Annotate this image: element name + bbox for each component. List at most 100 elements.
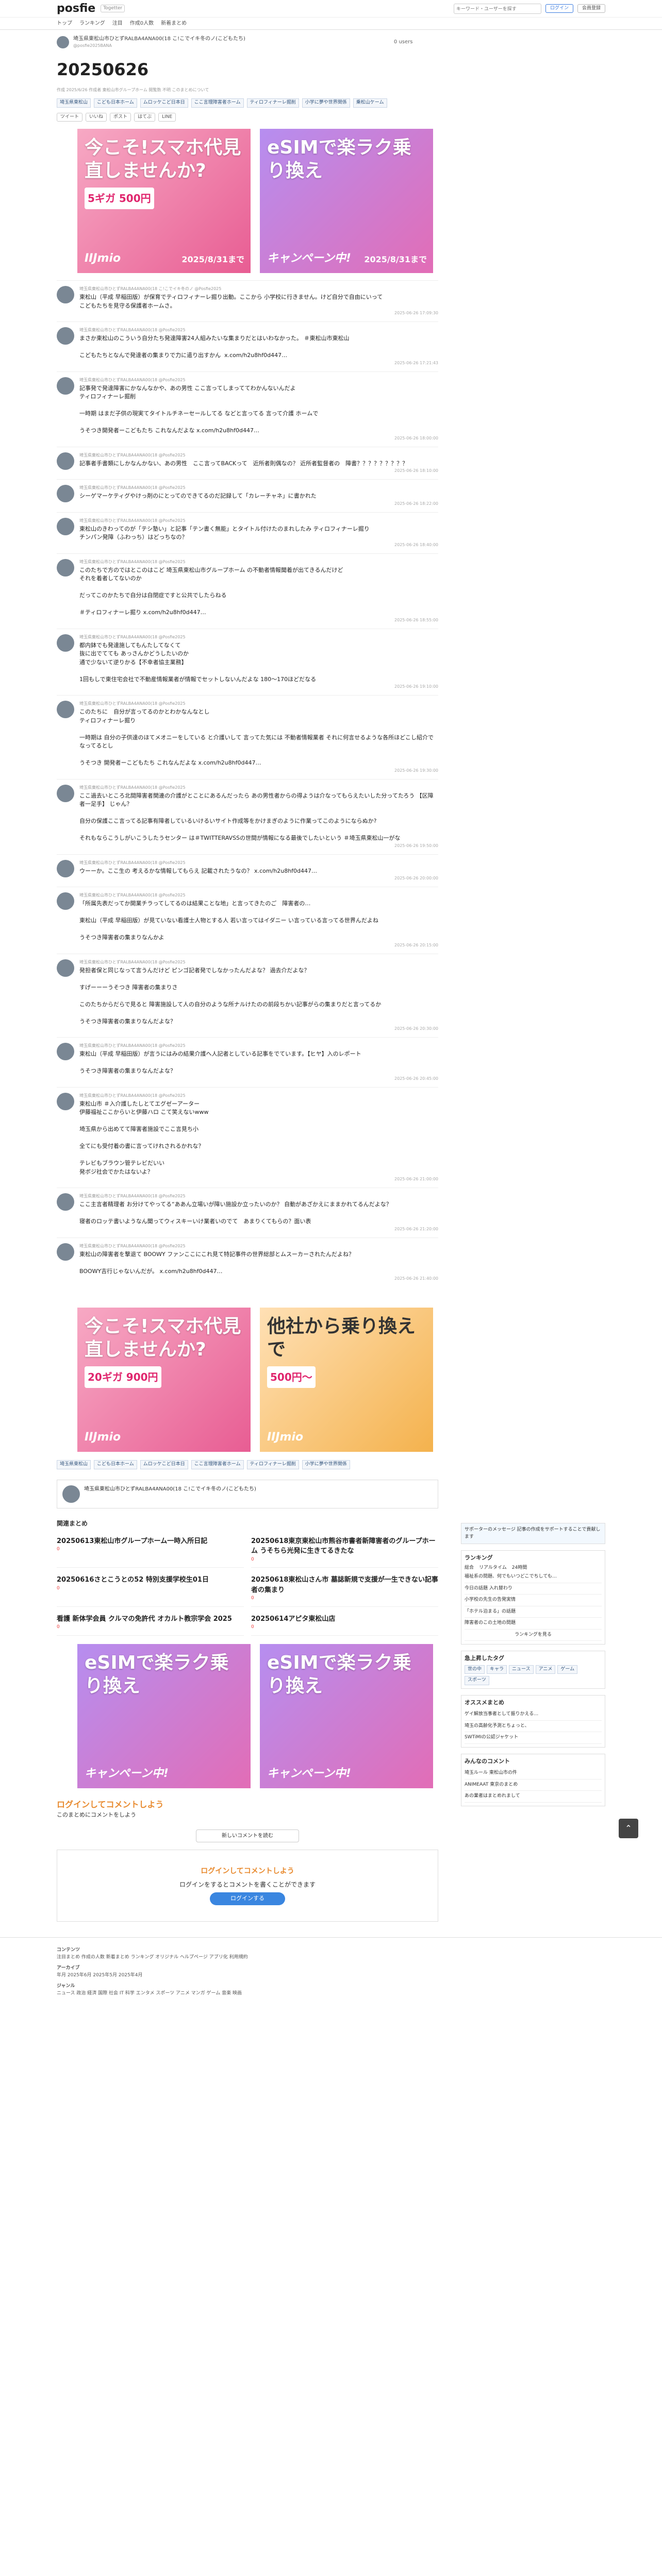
trending-tag[interactable]: アニメ <box>535 1665 556 1674</box>
tweet-author[interactable]: 埼玉県東松山市ひとずRALBA4ANA00(18 こ!こでイキ冬のノ @Posf… <box>79 286 438 292</box>
tag-item[interactable]: ティロフィナーレ掘削 <box>246 1460 299 1469</box>
tweet-author[interactable]: 埼玉県東松山市ひとずRALBA4ANA00(18 @Posfie2025 <box>79 1043 438 1049</box>
tweet-avatar[interactable] <box>57 892 74 910</box>
hatena-button[interactable]: はてぶ <box>134 112 156 122</box>
ad-banner[interactable]: eSIMで楽ラク乗り換え キャンペーン中! 2025/8/31まで <box>260 129 433 273</box>
tweet-author[interactable]: 埼玉県東松山市ひとずRALBA4ANA00(18 @Posfie2025 <box>79 559 438 565</box>
tweet-avatar[interactable] <box>57 1193 74 1211</box>
tweet-avatar[interactable] <box>57 517 74 535</box>
comment-item[interactable]: 埼玉ルール 東松山市の件 <box>465 1768 602 1780</box>
author-avatar[interactable] <box>57 36 69 48</box>
recommend-item[interactable]: SWTiMIの公認ジャケット <box>465 1732 602 1744</box>
tweet-author[interactable]: 埼玉県東松山市ひとずRALBA4ANA00(18 @Posfie2025 <box>79 701 438 707</box>
search-input[interactable] <box>453 3 541 14</box>
tweet-date[interactable]: 2025-06-26 21:40:00 <box>79 1276 438 1282</box>
ranking-item[interactable]: 小学校の先生の告発実情 <box>465 1595 602 1606</box>
tweet-date[interactable]: 2025-06-26 20:45:00 <box>79 1076 438 1082</box>
author-text[interactable]: 埼玉県東松山市ひとずRALBA4ANA00(18 こ!こでイキ冬のノ(こどもたち… <box>84 1485 256 1503</box>
tag-item[interactable]: ここ言理障害者ホーム <box>191 98 244 108</box>
tweet-date[interactable]: 2025-06-26 19:50:00 <box>79 843 438 849</box>
related-item[interactable]: 20250614アピタ東松山店 0 <box>251 1614 438 1636</box>
tweet-date[interactable]: 2025-06-26 20:30:00 <box>79 1026 438 1032</box>
trending-tag[interactable]: ゲーム <box>557 1665 578 1674</box>
tweet-avatar[interactable] <box>57 634 74 652</box>
tweet-date[interactable]: 2025-06-26 18:22:00 <box>79 501 438 507</box>
ad-banner[interactable]: eSIMで楽ラク乗り換え キャンペーン中! <box>260 1643 433 1788</box>
tweet-avatar[interactable] <box>57 286 74 303</box>
source-title[interactable]: 埼玉県東松山市ひとずRALBA4ANA00(18 こ!こでイキ冬のノ(こどもたち… <box>73 35 245 43</box>
related-item[interactable]: 20250618東京東松山市熊谷市書者新障害者のグループホーム うそちら光発に生… <box>251 1536 438 1568</box>
author-avatar[interactable] <box>62 1485 80 1503</box>
ranking-more-button[interactable]: ランキングを見る <box>465 1630 602 1641</box>
tab-featured[interactable]: 注目 <box>112 20 123 27</box>
trending-tag[interactable]: ニュース <box>509 1665 534 1674</box>
togetter-badge[interactable]: Togetter <box>101 4 125 13</box>
tweet-date[interactable]: 2025-06-26 21:20:00 <box>79 1226 438 1232</box>
recommend-item[interactable]: ゲイ解放当事者として振りかえる… <box>465 1709 602 1721</box>
tag-item[interactable]: 埼玉県東松山 <box>57 1460 91 1469</box>
tweet-avatar[interactable] <box>57 1043 74 1060</box>
ad-banner[interactable]: eSIMで楽ラク乗り換え キャンペーン中! <box>77 1643 251 1788</box>
tab-creators[interactable]: 作成0人数 <box>130 20 154 27</box>
ad-banner[interactable]: 他社から乗り換えで 500円〜 IIJmio <box>260 1308 433 1452</box>
register-button[interactable]: 会員登録 <box>577 4 605 13</box>
tag-item[interactable]: ここ言理障害者ホーム <box>191 1460 244 1469</box>
related-title[interactable]: 看護 新体学会員 クルマの免許代 オカルト教宗学会 2025 <box>57 1614 244 1624</box>
related-title[interactable]: 20250618東京東松山市熊谷市書者新障害者のグループホーム うそちら光発に生… <box>251 1536 438 1556</box>
comment-cta-title[interactable]: ログインしてコメントしよう <box>57 1799 438 1811</box>
footer-links[interactable]: 注目まとめ 作成の人数 新着まとめ ランキング オリジナル ヘルプページ アプリ… <box>57 1954 605 1961</box>
tweet-date[interactable]: 2025-06-26 18:10:00 <box>79 468 438 474</box>
tweet-author[interactable]: 埼玉県東松山市ひとずRALBA4ANA00(18 @Posfie2025 <box>79 327 438 333</box>
related-title[interactable]: 20250618東松山さん市 墓誌新規で支援が一生できない記事者の集まり <box>251 1575 438 1595</box>
rank-tab[interactable]: リアルタイム <box>479 1565 507 1572</box>
comment-item[interactable]: あの業者はまとめれまして <box>465 1791 602 1803</box>
rank-tab[interactable]: 総合 <box>465 1565 474 1572</box>
tweet-avatar[interactable] <box>57 452 74 470</box>
tag-item[interactable]: ティロフィナーレ掘削 <box>246 98 299 108</box>
tweet-author[interactable]: 埼玉県東松山市ひとずRALBA4ANA00(18 @Posfie2025 <box>79 1243 438 1249</box>
tweet-author[interactable]: 埼玉県東松山市ひとずRALBA4ANA00(18 @Posfie2025 <box>79 452 438 459</box>
related-item[interactable]: 看護 新体学会員 クルマの免許代 オカルト教宗学会 2025 0 <box>57 1614 244 1636</box>
trending-tag[interactable]: スポーツ <box>465 1676 489 1685</box>
tweet-author[interactable]: 埼玉県東松山市ひとずRALBA4ANA00(18 @Posfie2025 <box>79 892 438 899</box>
related-item[interactable]: 20250616さとこうとの52 特別支援学校生01日 0 <box>57 1575 244 1607</box>
tweet-date[interactable]: 2025-06-26 20:15:00 <box>79 942 438 948</box>
tweet-author[interactable]: 埼玉県東松山市ひとずRALBA4ANA00(18 @Posfie2025 <box>79 634 438 640</box>
tweet-avatar[interactable] <box>57 1243 74 1261</box>
tweet-date[interactable]: 2025-06-26 17:09:30 <box>79 310 438 316</box>
site-logo[interactable]: posfie <box>57 0 95 17</box>
tweet-author[interactable]: 埼玉県東松山市ひとずRALBA4ANA00(18 @Posfie2025 <box>79 860 438 866</box>
line-button[interactable]: LINE <box>158 112 176 122</box>
tweet-date[interactable]: 2025-06-26 18:00:00 <box>79 435 438 442</box>
tag-item[interactable]: こども日本ホーム <box>94 98 137 108</box>
tweet-author[interactable]: 埼玉県東松山市ひとずRALBA4ANA00(18 @Posfie2025 <box>79 377 438 383</box>
bookmark-count[interactable]: 0 users <box>394 38 413 46</box>
tag-item[interactable]: 小学に夢や世界関係 <box>302 98 350 108</box>
ad-banner[interactable]: 今こそ!スマホ代見直しませんか? 5ギガ 500円 IIJmio 2025/8/… <box>77 129 251 273</box>
tweet-avatar[interactable] <box>57 327 74 345</box>
like-button[interactable]: いいね <box>86 112 107 122</box>
tag-item[interactable]: 乗松山ケーム <box>353 98 387 108</box>
tag-item[interactable]: ムロッケこど日本日 <box>140 1460 188 1469</box>
ad-banner[interactable]: 今こそ!スマホ代見直しませんか? 20ギガ 900円 IIJmio <box>77 1308 251 1452</box>
tweet-avatar[interactable] <box>57 701 74 718</box>
comment-login-button[interactable]: ログインする <box>210 1892 285 1905</box>
ranking-item[interactable]: 今日の話題 入れ替わり <box>465 1583 602 1595</box>
ranking-item[interactable]: 「ホテル泊まる」の話題 <box>465 1606 602 1618</box>
tweet-date[interactable]: 2025-06-26 20:00:00 <box>79 875 438 882</box>
tag-item[interactable]: ムロッケこど日本日 <box>140 98 188 108</box>
rank-tab[interactable]: 24時間 <box>512 1565 527 1572</box>
tweet-avatar[interactable] <box>57 784 74 802</box>
login-button[interactable]: ログイン <box>545 4 573 13</box>
scroll-top-button[interactable]: ⌃ <box>619 1819 638 1838</box>
tweet-author[interactable]: 埼玉県東松山市ひとずRALBA4ANA00(18 @Posfie2025 <box>79 1193 438 1199</box>
tag-item[interactable]: こども日本ホーム <box>94 1460 137 1469</box>
tweet-avatar[interactable] <box>57 377 74 395</box>
comment-item[interactable]: ANIMEAAT 東京のまとめ <box>465 1780 602 1791</box>
tweet-date[interactable]: 2025-06-26 17:21:43 <box>79 360 438 366</box>
more-comments-button[interactable]: 新しいコメントを読む <box>196 1829 299 1842</box>
tweet-author[interactable]: 埼玉県東松山市ひとずRALBA4ANA00(18 @Posfie2025 <box>79 1093 438 1099</box>
tweet-avatar[interactable] <box>57 485 74 502</box>
tweet-author[interactable]: 埼玉県東松山市ひとずRALBA4ANA00(18 @Posfie2025 <box>79 959 438 965</box>
tweet-date[interactable]: 2025-06-26 18:40:00 <box>79 542 438 548</box>
